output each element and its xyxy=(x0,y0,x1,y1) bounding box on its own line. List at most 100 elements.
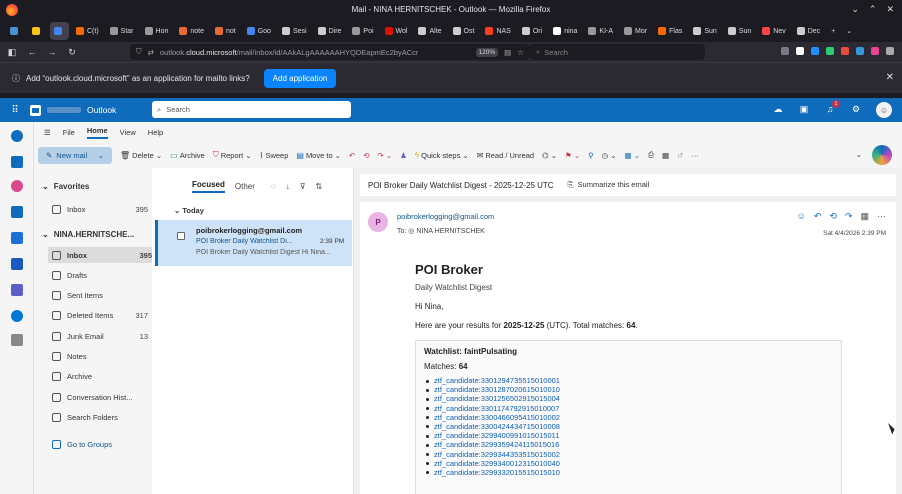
menu-file[interactable]: File xyxy=(63,128,75,137)
extension-icon[interactable] xyxy=(856,47,864,55)
app-launcher-icon[interactable]: ⠿ xyxy=(0,105,30,116)
browser-tab[interactable]: Nev xyxy=(758,22,789,40)
list-item[interactable]: poibrokerlogging@gmail.com POI Broker Da… xyxy=(155,220,352,266)
more-options-icon[interactable]: ··· xyxy=(877,211,886,222)
go-to-groups-link[interactable]: Go to Groups xyxy=(52,436,148,452)
reply-all-icon[interactable]: ⟲ xyxy=(363,151,369,160)
extension-icon[interactable] xyxy=(826,47,834,55)
zoom-level[interactable]: 120% xyxy=(475,47,499,57)
mail-icon[interactable] xyxy=(11,130,23,142)
emoji-icon[interactable]: ☺ xyxy=(797,211,806,222)
rules-icon[interactable]: ▦ ⌄ xyxy=(625,151,640,160)
browser-tab[interactable]: Wol xyxy=(381,22,412,40)
browser-tab[interactable]: Sesi xyxy=(278,22,311,40)
candidate-link[interactable]: ztf_candidate:3300424434715010008 xyxy=(424,422,833,431)
close-window-icon[interactable]: ✕ xyxy=(886,4,894,15)
recipient-name[interactable]: NINA HERNITSCHEK xyxy=(416,228,484,235)
sender-avatar[interactable]: P xyxy=(368,212,388,232)
browser-tab[interactable]: Dec xyxy=(793,22,824,40)
reload-icon[interactable]: ↻ xyxy=(66,47,78,58)
new-tab-icon[interactable]: + xyxy=(827,22,839,40)
forward-icon[interactable]: ↷ xyxy=(845,211,853,222)
tab-other[interactable]: Other xyxy=(235,182,255,191)
table-view-icon[interactable]: ▦ xyxy=(860,211,869,222)
chevron-down-icon[interactable]: ⌄ xyxy=(851,4,859,15)
gear-icon[interactable]: ⚙ xyxy=(850,104,862,116)
quick-steps-button[interactable]: ϟ Quick steps ⌄ xyxy=(415,151,469,160)
candidate-link[interactable]: ztf_candidate:3300466095415010002 xyxy=(424,413,833,422)
browser-tab[interactable]: Ost xyxy=(449,22,479,40)
favorites-header[interactable]: ⌄ Favorites xyxy=(42,182,89,191)
more-apps-icon[interactable] xyxy=(11,334,23,346)
chevron-up-icon[interactable]: ⌃ xyxy=(869,4,877,15)
browser-tab[interactable]: Sun xyxy=(689,22,720,40)
calendar-icon[interactable] xyxy=(11,156,23,168)
flag-icon[interactable]: ⚑ ⌄ xyxy=(565,151,580,160)
reply-icon[interactable]: ↶ xyxy=(349,151,355,160)
folder-item[interactable]: Notes xyxy=(52,349,148,365)
folder-item[interactable]: Junk Email 13 xyxy=(52,328,148,344)
close-icon[interactable]: ✕ xyxy=(886,72,894,83)
browser-tab[interactable]: NAS xyxy=(481,22,514,40)
archive-button[interactable]: ▭ Archive xyxy=(170,151,205,160)
extension-icon[interactable] xyxy=(796,47,804,55)
browser-tab[interactable]: KI-A xyxy=(584,22,617,40)
candidate-link[interactable]: ztf_candidate:3299332015515015010 xyxy=(424,468,833,477)
candidate-link[interactable]: ztf_candidate:3299340012315010040 xyxy=(424,459,833,468)
add-application-button[interactable]: Add application xyxy=(263,68,337,88)
sort-icon[interactable]: ⇅ xyxy=(316,182,323,191)
candidate-link[interactable]: ztf_candidate:3301174792915010007 xyxy=(424,404,833,413)
sender-address[interactable]: poibrokerlogging@gmail.com xyxy=(397,212,494,221)
extension-icon[interactable] xyxy=(871,47,879,55)
bookmark-star-icon[interactable]: ☆ xyxy=(517,48,524,57)
delete-button[interactable]: 🗑 Delete ⌄ xyxy=(120,151,162,160)
expand-ribbon-icon[interactable]: ⌄ xyxy=(856,150,862,159)
menu-view[interactable]: View xyxy=(120,128,136,137)
reply-icon[interactable]: ↶ xyxy=(814,211,822,222)
reply-all-icon[interactable]: ⟲ xyxy=(829,211,837,222)
browser-tab[interactable]: not xyxy=(211,22,240,40)
report-button[interactable]: ⛉ Report ⌄ xyxy=(213,150,252,160)
print-icon[interactable]: ⎙ xyxy=(648,150,654,160)
browser-tab[interactable]: Alte xyxy=(414,22,445,40)
candidate-link[interactable]: ztf_candidate:3299400991015015011 xyxy=(424,431,833,440)
forward-icon[interactable]: → xyxy=(46,47,58,57)
candidate-link[interactable]: ztf_candidate:3299359424115015016 xyxy=(424,440,833,449)
account-header[interactable]: ⌄ NINA.HERNITSCHE... xyxy=(42,230,134,239)
org-icon[interactable] xyxy=(11,284,23,296)
folder-item[interactable]: Conversation Hist... xyxy=(52,389,148,405)
folder-item[interactable]: Deleted Items 317 xyxy=(52,308,148,324)
reader-mode-icon[interactable]: ▤ xyxy=(504,48,511,57)
move-to-button[interactable]: ▤ Move to ⌄ xyxy=(296,151,341,160)
menu-help[interactable]: Help xyxy=(148,128,163,137)
extension-icon[interactable] xyxy=(781,47,789,55)
browser-tab[interactable]: Hon xyxy=(141,22,173,40)
outlook-brand[interactable]: Outlook xyxy=(30,104,150,116)
back-icon[interactable]: ← xyxy=(26,47,38,57)
folder-item[interactable]: Sent Items xyxy=(52,288,148,304)
browser-tab[interactable]: note xyxy=(175,22,208,40)
browser-tab[interactable]: Dire xyxy=(314,22,346,40)
menu-home[interactable]: Home xyxy=(86,126,108,139)
filter-icon[interactable]: ⊽ xyxy=(300,182,306,191)
read-unread-button[interactable]: ✉ Read / Unread xyxy=(477,151,534,160)
undo-icon[interactable]: ↺ xyxy=(677,151,683,160)
teams-share-icon[interactable]: ♟ xyxy=(400,151,407,160)
my-day-icon[interactable]: ▣ xyxy=(798,104,810,116)
browser-tab[interactable]: Mor xyxy=(620,22,651,40)
extension-icon[interactable] xyxy=(811,47,819,55)
url-bar[interactable]: ⛉ ⇄ outlook.cloud.microsoft/mail/inbox/i… xyxy=(130,44,530,60)
bell-icon[interactable]: ♫ 1 xyxy=(824,100,840,116)
browser-tab[interactable] xyxy=(28,22,47,40)
candidate-link[interactable]: ztf_candidate:3301256502915015004 xyxy=(424,394,833,403)
people-icon[interactable] xyxy=(11,206,23,218)
candidate-link[interactable]: ztf_candidate:3301287020615010010 xyxy=(424,385,833,394)
sidebar-toggle-icon[interactable]: ◧ xyxy=(6,47,18,58)
hamburger-icon[interactable]: ☰ xyxy=(44,128,51,137)
browser-tab[interactable]: C(t) xyxy=(72,22,103,40)
browser-tab[interactable] xyxy=(6,22,25,40)
sweep-button[interactable]: ⌇ Sweep xyxy=(260,151,289,160)
browser-tab[interactable]: Poi xyxy=(348,22,377,40)
avatar[interactable]: ☺ xyxy=(876,102,892,118)
jump-to-icon[interactable]: ↓ xyxy=(286,182,290,191)
